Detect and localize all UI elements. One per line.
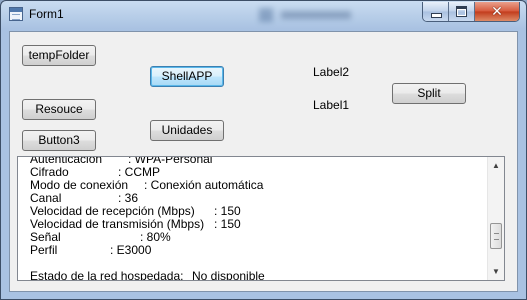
output-line: Velocidad de transmisión (Mbps): 150	[30, 217, 241, 231]
split-button[interactable]: Split	[392, 83, 466, 104]
output-textbox[interactable]: Autenticación: WPA-Personal Cifrado: CCM…	[17, 156, 505, 281]
form-client-area: tempFolder Resouce Button3 ShellAPP Unid…	[9, 31, 518, 292]
output-line: Estado de la red hospedada: No disponible	[30, 269, 265, 281]
output-line: Perfil: E3000	[30, 243, 152, 257]
maximize-button[interactable]	[449, 2, 475, 21]
scroll-down-icon[interactable]: ▼	[488, 263, 504, 280]
minimize-button[interactable]	[423, 2, 449, 21]
caption-buttons: ✕	[422, 2, 520, 22]
scroll-up-icon[interactable]: ▲	[488, 157, 504, 174]
shell-app-button[interactable]: ShellAPP	[150, 66, 224, 87]
close-icon: ✕	[491, 3, 503, 19]
scrollbar-thumb[interactable]	[490, 223, 502, 249]
unidades-button[interactable]: Unidades	[150, 120, 224, 141]
app-window: Form1 ✕ tempFolder Resouce Button3 Shell…	[0, 0, 527, 300]
label2: Label2	[313, 65, 350, 79]
temp-folder-button[interactable]: tempFolder	[22, 45, 96, 66]
window-title: Form1	[29, 7, 64, 21]
vertical-scrollbar[interactable]: ▲ ▼	[487, 157, 504, 280]
blurred-background-window	[259, 7, 379, 25]
label1: Label1	[313, 98, 350, 112]
output-line: Modo de conexión: Conexión automática	[30, 178, 264, 192]
output-text: Autenticación: WPA-Personal Cifrado: CCM…	[30, 156, 480, 281]
button3-button[interactable]: Button3	[22, 130, 96, 151]
minimize-icon	[431, 13, 442, 18]
maximize-icon	[456, 6, 467, 17]
output-line: Autenticación: WPA-Personal	[30, 156, 213, 166]
output-line: Señal: 80%	[30, 230, 171, 244]
resource-button[interactable]: Resouce	[22, 99, 96, 120]
app-window-icon	[9, 7, 23, 21]
title-bar[interactable]: Form1 ✕	[1, 1, 526, 29]
close-button[interactable]: ✕	[475, 2, 519, 21]
